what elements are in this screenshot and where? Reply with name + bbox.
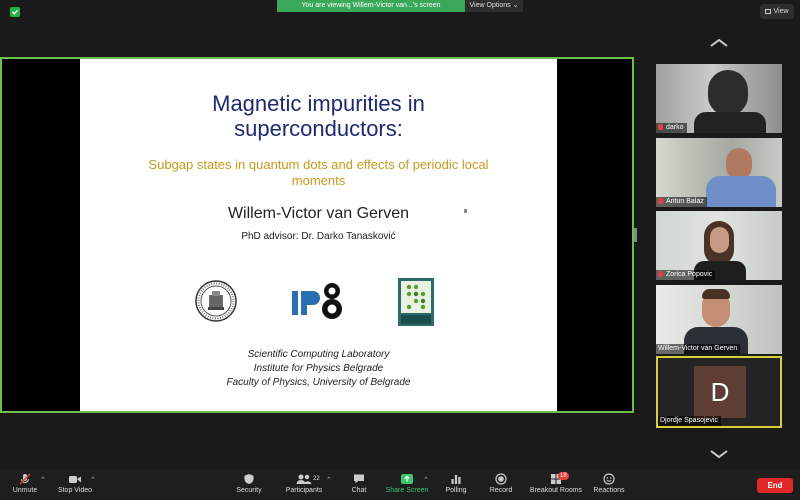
muted-mic-icon	[658, 124, 663, 130]
affiliation-line-2: Institute for Physics Belgrade	[253, 363, 384, 374]
breakout-count-badge: 18	[558, 472, 569, 480]
reactions-label: Reactions	[593, 487, 625, 494]
avatar: D	[694, 366, 746, 418]
unmute-label: Unmute	[12, 487, 38, 494]
record-button[interactable]: Record	[488, 473, 514, 494]
video-tile-djordje-spasojevic[interactable]: D Djordje Spasojevic	[656, 356, 782, 428]
zoom-meeting-window: You are viewing Willem-Victor van...'s s…	[0, 0, 800, 500]
participants-label: Participants	[285, 487, 323, 494]
record-label: Record	[489, 487, 513, 494]
caret-up-icon[interactable]: ⌃	[40, 476, 46, 484]
breakout-rooms-button[interactable]: Breakout Rooms	[529, 473, 583, 494]
view-button-label: View	[773, 8, 789, 15]
video-camera-icon	[69, 476, 81, 483]
reactions-button[interactable]: Reactions	[593, 473, 625, 494]
participant-name: darko	[666, 124, 684, 131]
slide-advisor: PhD advisor: Dr. Darko Tanasković	[241, 231, 396, 242]
participant-name-tag: darko	[656, 123, 687, 133]
view-button[interactable]: View	[760, 4, 794, 19]
participant-name-tag: Djordje Spasojevic	[658, 416, 721, 426]
person-shirt	[706, 176, 776, 207]
breakout-rooms-label: Breakout Rooms	[529, 487, 583, 494]
smiley-icon	[603, 473, 615, 485]
share-screen-icon	[401, 474, 413, 484]
chat-label: Chat	[351, 487, 367, 494]
chat-bubble-icon	[354, 474, 364, 484]
shield-icon	[244, 474, 254, 484]
view-options-button[interactable]: View Options ⌄	[465, 0, 523, 12]
video-tile-zorica-popovic[interactable]: Zorica Popovic	[656, 211, 782, 280]
end-meeting-button[interactable]: End	[757, 478, 793, 493]
splitter-handle[interactable]	[634, 228, 637, 242]
affiliation-line-1: Scientific Computing Laboratory	[247, 349, 390, 360]
caret-up-icon[interactable]: ⌃	[423, 476, 429, 484]
participant-name-tag: Zorica Popovic	[656, 270, 716, 280]
slide-title: Magnetic impurities in superconductors:	[80, 91, 557, 141]
stop-video-label: Stop Video	[57, 487, 93, 494]
person-head	[708, 70, 748, 116]
participants-icon	[296, 474, 312, 484]
person-shoulders	[694, 112, 766, 133]
mouse-cursor-icon	[464, 209, 467, 213]
university-seal-logo	[195, 280, 237, 322]
unmute-button[interactable]: Unmute	[9, 473, 41, 494]
meeting-toolbar: Unmute ⌃ Stop Video ⌃ Security Participa…	[0, 470, 800, 500]
chevron-up-icon[interactable]	[709, 38, 729, 48]
slide-subtitle: Subgap states in quantum dots and effect…	[100, 157, 537, 189]
slide-title-line-1: Magnetic impurities in	[212, 91, 425, 116]
muted-mic-icon	[658, 271, 663, 277]
polling-button[interactable]: Polling	[443, 473, 469, 494]
record-icon	[495, 473, 507, 485]
security-shield-icon[interactable]	[10, 7, 20, 17]
view-options-label: View Options	[469, 2, 511, 9]
ipb-logo	[292, 283, 342, 319]
slide-logos	[80, 277, 557, 327]
participant-name-tag: Antun Balaz	[656, 197, 707, 207]
video-tile-darko[interactable]: darko	[656, 64, 782, 133]
affiliation-line-3: Faculty of Physics, University of Belgra…	[226, 377, 411, 388]
chat-button[interactable]: Chat	[347, 473, 371, 494]
bar-chart-icon	[451, 475, 461, 484]
participant-name: Antun Balaz	[666, 198, 704, 205]
slide-title-line-2: superconductors:	[234, 116, 403, 141]
slide-author: Willem-Victor van Gerven	[227, 205, 410, 222]
stop-video-button[interactable]: Stop Video	[56, 473, 94, 494]
security-button[interactable]: Security	[233, 473, 265, 494]
video-tile-antun-balaz[interactable]: Antun Balaz	[656, 138, 782, 207]
polling-label: Polling	[445, 487, 467, 494]
screen-share-banner: You are viewing Willem-Victor van...'s s…	[277, 0, 465, 12]
muted-mic-icon	[658, 198, 663, 204]
person-hair	[702, 289, 730, 299]
shared-screen[interactable]: Magnetic impurities in superconductors: …	[0, 57, 634, 413]
participant-name: Djordje Spasojevic	[660, 417, 718, 424]
video-tile-willem-victor-van-gerven[interactable]: Willem-Victor van Gerven	[656, 285, 782, 354]
chevron-down-icon: ⌄	[512, 2, 519, 9]
participant-name: Zorica Popovic	[666, 271, 713, 278]
slide-subtitle-line-2: moments	[291, 173, 346, 188]
muted-microphone-icon	[19, 473, 31, 485]
chevron-down-icon[interactable]	[709, 449, 729, 459]
security-label: Security	[236, 487, 262, 494]
slide-subtitle-line-1: Subgap states in quantum dots and effect…	[148, 157, 489, 172]
caret-up-icon[interactable]: ⌃	[326, 476, 332, 484]
grid-icon	[765, 9, 772, 14]
person-face	[710, 227, 729, 253]
slide-affiliations: Scientific Computing Laboratory Institut…	[80, 348, 557, 390]
presentation-slide: Magnetic impurities in superconductors: …	[80, 59, 557, 411]
participants-count: 22	[313, 476, 320, 482]
scientific-computing-laboratory-logo	[398, 278, 434, 326]
caret-up-icon[interactable]: ⌃	[90, 476, 96, 484]
participant-name-tag: Willem-Victor van Gerven	[656, 344, 741, 354]
participant-name: Willem-Victor van Gerven	[658, 345, 738, 352]
share-screen-label: Share Screen	[385, 487, 429, 494]
